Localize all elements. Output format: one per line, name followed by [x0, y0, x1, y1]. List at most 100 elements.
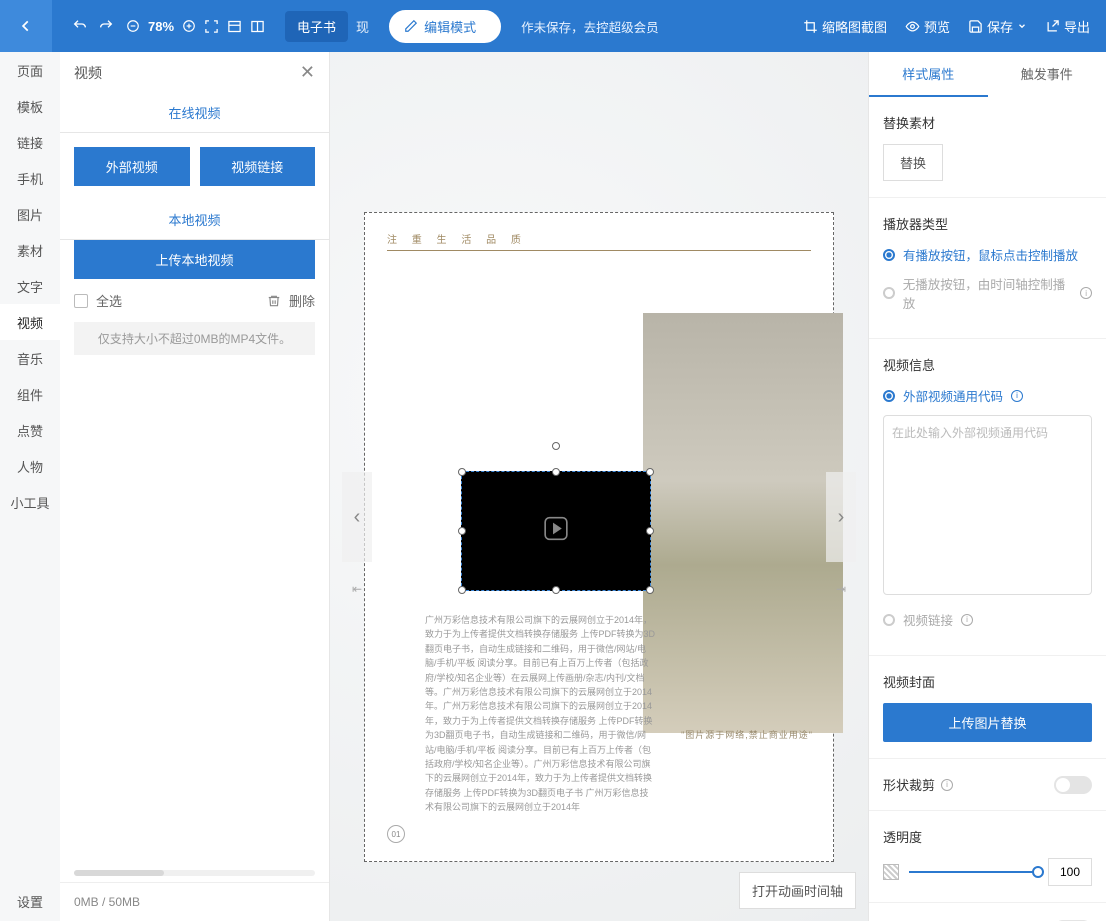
- room-image: [643, 313, 843, 733]
- info-icon[interactable]: i: [941, 779, 953, 791]
- mode-label[interactable]: 现: [356, 17, 369, 36]
- upload-hint: 仅支持大小不超过0MB的MP4文件。: [74, 322, 315, 355]
- resize-handle[interactable]: [552, 468, 560, 476]
- play-icon: [543, 516, 569, 547]
- chevron-down-icon: [1017, 21, 1027, 31]
- info-icon[interactable]: i: [1080, 287, 1092, 299]
- rail-item[interactable]: 手机: [0, 160, 60, 196]
- pencil-icon: [404, 19, 418, 33]
- zoom-in-icon[interactable]: [182, 19, 196, 33]
- edit-mode-pill[interactable]: 编辑模式: [389, 10, 501, 43]
- opacity-slider[interactable]: [909, 871, 1038, 873]
- page-last-icon[interactable]: ⇥: [836, 582, 846, 596]
- info-icon[interactable]: i: [1011, 390, 1023, 402]
- back-button[interactable]: [0, 0, 52, 52]
- select-all-checkbox[interactable]: [74, 294, 88, 308]
- rail-item[interactable]: 人物: [0, 448, 60, 484]
- style-tab[interactable]: 样式属性: [869, 52, 988, 97]
- preview-button[interactable]: 预览: [905, 17, 950, 36]
- player-type-label: 播放器类型: [883, 214, 1092, 233]
- resize-handle[interactable]: [458, 527, 466, 535]
- rail-item[interactable]: 点赞: [0, 412, 60, 448]
- info-icon[interactable]: i: [961, 614, 973, 626]
- replace-material-label: 替换素材: [883, 113, 1092, 132]
- top-toolbar: 78% 电子书 现 编辑模式 作未保存，去控超级会员 缩略图截图 预览 保存 导…: [0, 0, 1106, 52]
- eye-icon: [905, 19, 920, 34]
- rail-settings[interactable]: 设置: [0, 892, 60, 911]
- resize-handle[interactable]: [458, 468, 466, 476]
- rail-item[interactable]: 视频: [0, 304, 60, 340]
- event-tab[interactable]: 触发事件: [988, 52, 1106, 97]
- radio-icon: [883, 287, 895, 299]
- properties-panel: 样式属性 触发事件 替换素材 替换 播放器类型 有播放按钮，鼠标点击控制播放 无…: [868, 52, 1106, 921]
- left-rail: 页面模板链接手机图片素材文字视频音乐组件点赞人物小工具 设置: [0, 52, 60, 921]
- rail-item[interactable]: 文字: [0, 268, 60, 304]
- rail-item[interactable]: 模板: [0, 88, 60, 124]
- player-option-1[interactable]: 有播放按钮，鼠标点击控制播放: [883, 245, 1092, 264]
- page-next-button[interactable]: ›: [826, 472, 856, 562]
- resize-handle[interactable]: [458, 586, 466, 594]
- image-caption: "图片源于网络,禁止商业用途": [681, 728, 813, 741]
- transparency-icon: [883, 864, 899, 880]
- page-prev-button[interactable]: ‹: [342, 472, 372, 562]
- video-link-button[interactable]: 视频链接: [200, 147, 316, 186]
- resize-handle[interactable]: [552, 586, 560, 594]
- rail-item[interactable]: 页面: [0, 52, 60, 88]
- zoom-value: 78%: [148, 19, 174, 34]
- video-element[interactable]: [461, 471, 651, 591]
- thumbnail-crop-button[interactable]: 缩略图截图: [803, 17, 887, 36]
- save-status-text: 作未保存，去控超级会员: [521, 17, 659, 36]
- export-button[interactable]: 导出: [1045, 17, 1090, 36]
- player-option-2[interactable]: 无播放按钮，由时间轴控制播放 i: [883, 274, 1092, 312]
- doc-type-chip[interactable]: 电子书: [285, 11, 348, 42]
- layout-icon-1[interactable]: [227, 19, 242, 34]
- video-cover-label: 视频封面: [883, 672, 1092, 691]
- page-number: 01: [387, 825, 405, 843]
- rail-item[interactable]: 链接: [0, 124, 60, 160]
- page-first-icon[interactable]: ⇤: [352, 582, 362, 596]
- rail-item[interactable]: 小工具: [0, 484, 60, 520]
- save-button[interactable]: 保存: [968, 17, 1027, 36]
- radio-icon: [883, 390, 895, 402]
- resize-handle[interactable]: [646, 468, 654, 476]
- local-video-section: 本地视频: [60, 200, 329, 240]
- upload-local-video-button[interactable]: 上传本地视频: [74, 240, 315, 279]
- zoom-out-icon[interactable]: [126, 19, 140, 33]
- video-info-label: 视频信息: [883, 355, 1092, 374]
- shape-crop-label: 形状裁剪: [883, 775, 935, 794]
- page-header: 注 重 生 活 品 质: [387, 231, 811, 246]
- open-timeline-button[interactable]: 打开动画时间轴: [739, 872, 856, 909]
- resize-handle[interactable]: [646, 586, 654, 594]
- rotate-handle[interactable]: [552, 442, 560, 450]
- video-link-option[interactable]: 视频链接 i: [883, 610, 1092, 629]
- shape-crop-toggle[interactable]: [1054, 776, 1092, 794]
- redo-icon[interactable]: [98, 18, 114, 34]
- rail-item[interactable]: 音乐: [0, 340, 60, 376]
- rail-item[interactable]: 素材: [0, 232, 60, 268]
- delete-button[interactable]: 删除: [267, 291, 315, 310]
- zoom-control: 78%: [126, 19, 265, 34]
- trash-icon: [267, 294, 281, 308]
- radio-icon: [883, 614, 895, 626]
- video-code-input[interactable]: [883, 415, 1092, 595]
- storage-usage: 0MB / 50MB: [60, 882, 329, 921]
- edit-mode-label: 编辑模式: [424, 17, 476, 36]
- resize-handle[interactable]: [646, 527, 654, 535]
- rail-item[interactable]: 图片: [0, 196, 60, 232]
- rail-item[interactable]: 组件: [0, 376, 60, 412]
- radio-icon: [883, 249, 895, 261]
- undo-icon[interactable]: [72, 18, 88, 34]
- upload-cover-button[interactable]: 上传图片替换: [883, 703, 1092, 742]
- external-video-button[interactable]: 外部视频: [74, 147, 190, 186]
- save-icon: [968, 19, 983, 34]
- opacity-input[interactable]: [1048, 858, 1092, 886]
- page-frame[interactable]: 注 重 生 活 品 质 "图片源于网络,禁止商业用途" 广州万彩信息技术有限公司…: [364, 212, 834, 862]
- layout-icon-2[interactable]: [250, 19, 265, 34]
- video-code-option[interactable]: 外部视频通用代码 i: [883, 386, 1092, 405]
- export-icon: [1045, 19, 1060, 34]
- replace-button[interactable]: 替换: [883, 144, 943, 181]
- top-right-actions: 缩略图截图 预览 保存 导出: [803, 17, 1090, 36]
- fit-screen-icon[interactable]: [204, 19, 219, 34]
- close-icon[interactable]: ✕: [300, 62, 315, 83]
- scrollbar[interactable]: [74, 870, 315, 876]
